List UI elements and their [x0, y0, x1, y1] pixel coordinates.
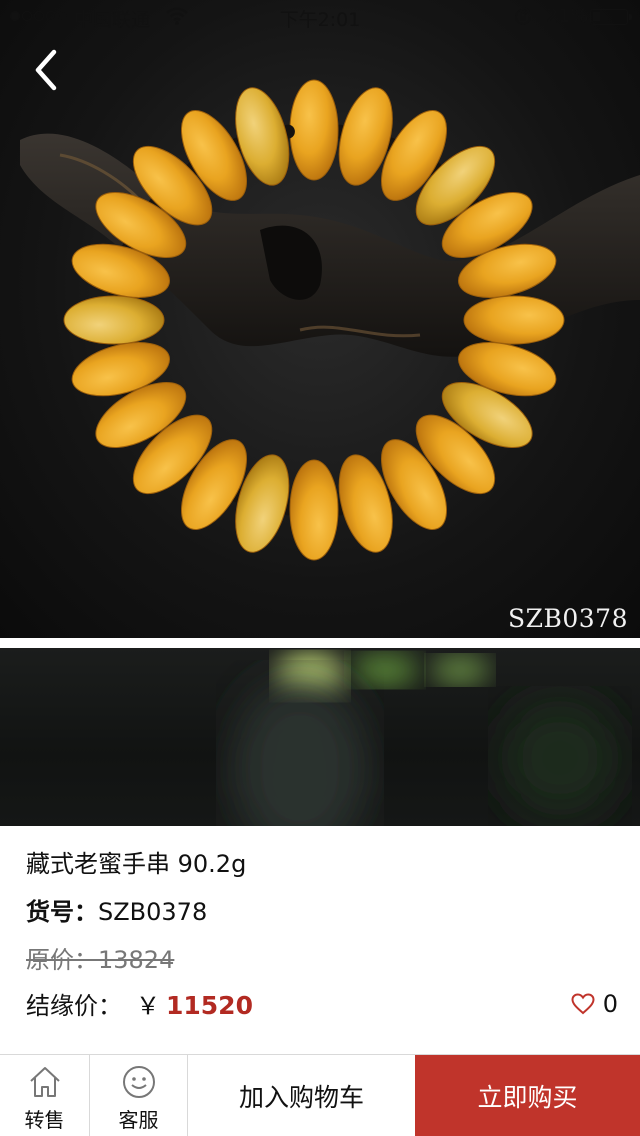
- battery-percentage: 21%: [546, 5, 589, 27]
- bracelet-bead: [289, 79, 339, 181]
- currency-symbol: ￥: [136, 992, 160, 1020]
- customer-service-label: 客服: [118, 1108, 159, 1132]
- sku-label: 货号：: [26, 898, 98, 926]
- sku-row: 货号：SZB0378: [26, 892, 207, 927]
- bracelet-bead: [463, 295, 565, 345]
- product-photo[interactable]: [0, 0, 640, 638]
- bracelet-bead: [289, 459, 339, 561]
- sale-price-value: 11520: [166, 991, 253, 1020]
- sale-price-label: 结缘价：: [26, 992, 122, 1020]
- smile-icon: [122, 1066, 155, 1098]
- resell-label: 转售: [24, 1108, 65, 1132]
- battery-icon: [590, 9, 632, 25]
- back-button[interactable]: [26, 44, 70, 96]
- sku-value: SZB0378: [98, 898, 208, 926]
- resell-tab[interactable]: 转售: [0, 1055, 90, 1136]
- original-price-label: 原价：: [26, 946, 98, 974]
- product-photo-2[interactable]: [0, 648, 640, 826]
- bottom-action-bar: 转售 客服 加入购物车 立即购买: [0, 1054, 640, 1136]
- home-icon: [29, 1067, 60, 1097]
- status-time: 下午2:01: [279, 9, 361, 31]
- add-to-cart-button[interactable]: 加入购物车: [188, 1055, 415, 1136]
- like-count: 0: [602, 990, 618, 1018]
- product-title: 藏式老蜜手串 90.2g: [26, 850, 247, 878]
- sale-price: 结缘价： ￥ 11520: [26, 986, 253, 1021]
- heart-icon: [571, 993, 595, 1015]
- back-icon: [35, 49, 57, 91]
- rotation-lock-icon: [512, 6, 534, 33]
- blurred-photo: [230, 654, 620, 826]
- original-price: 原价：13824: [26, 940, 174, 975]
- original-price-value: 13824: [98, 946, 175, 974]
- bracelet-illustration: [20, 79, 640, 561]
- photo-watermark: SZB0378: [508, 604, 628, 633]
- product-info: 藏式老蜜手串 90.2g 货号：SZB0378 原价：13824 结缘价： ￥ 11…: [0, 826, 640, 1054]
- like-button[interactable]: 0: [571, 990, 618, 1018]
- bracelet-bead: [63, 295, 165, 345]
- buy-now-button[interactable]: 立即购买: [415, 1055, 640, 1136]
- customer-service-tab[interactable]: 客服: [90, 1055, 188, 1136]
- status-bar: 中国联通 下午2:01 21%: [0, 0, 640, 34]
